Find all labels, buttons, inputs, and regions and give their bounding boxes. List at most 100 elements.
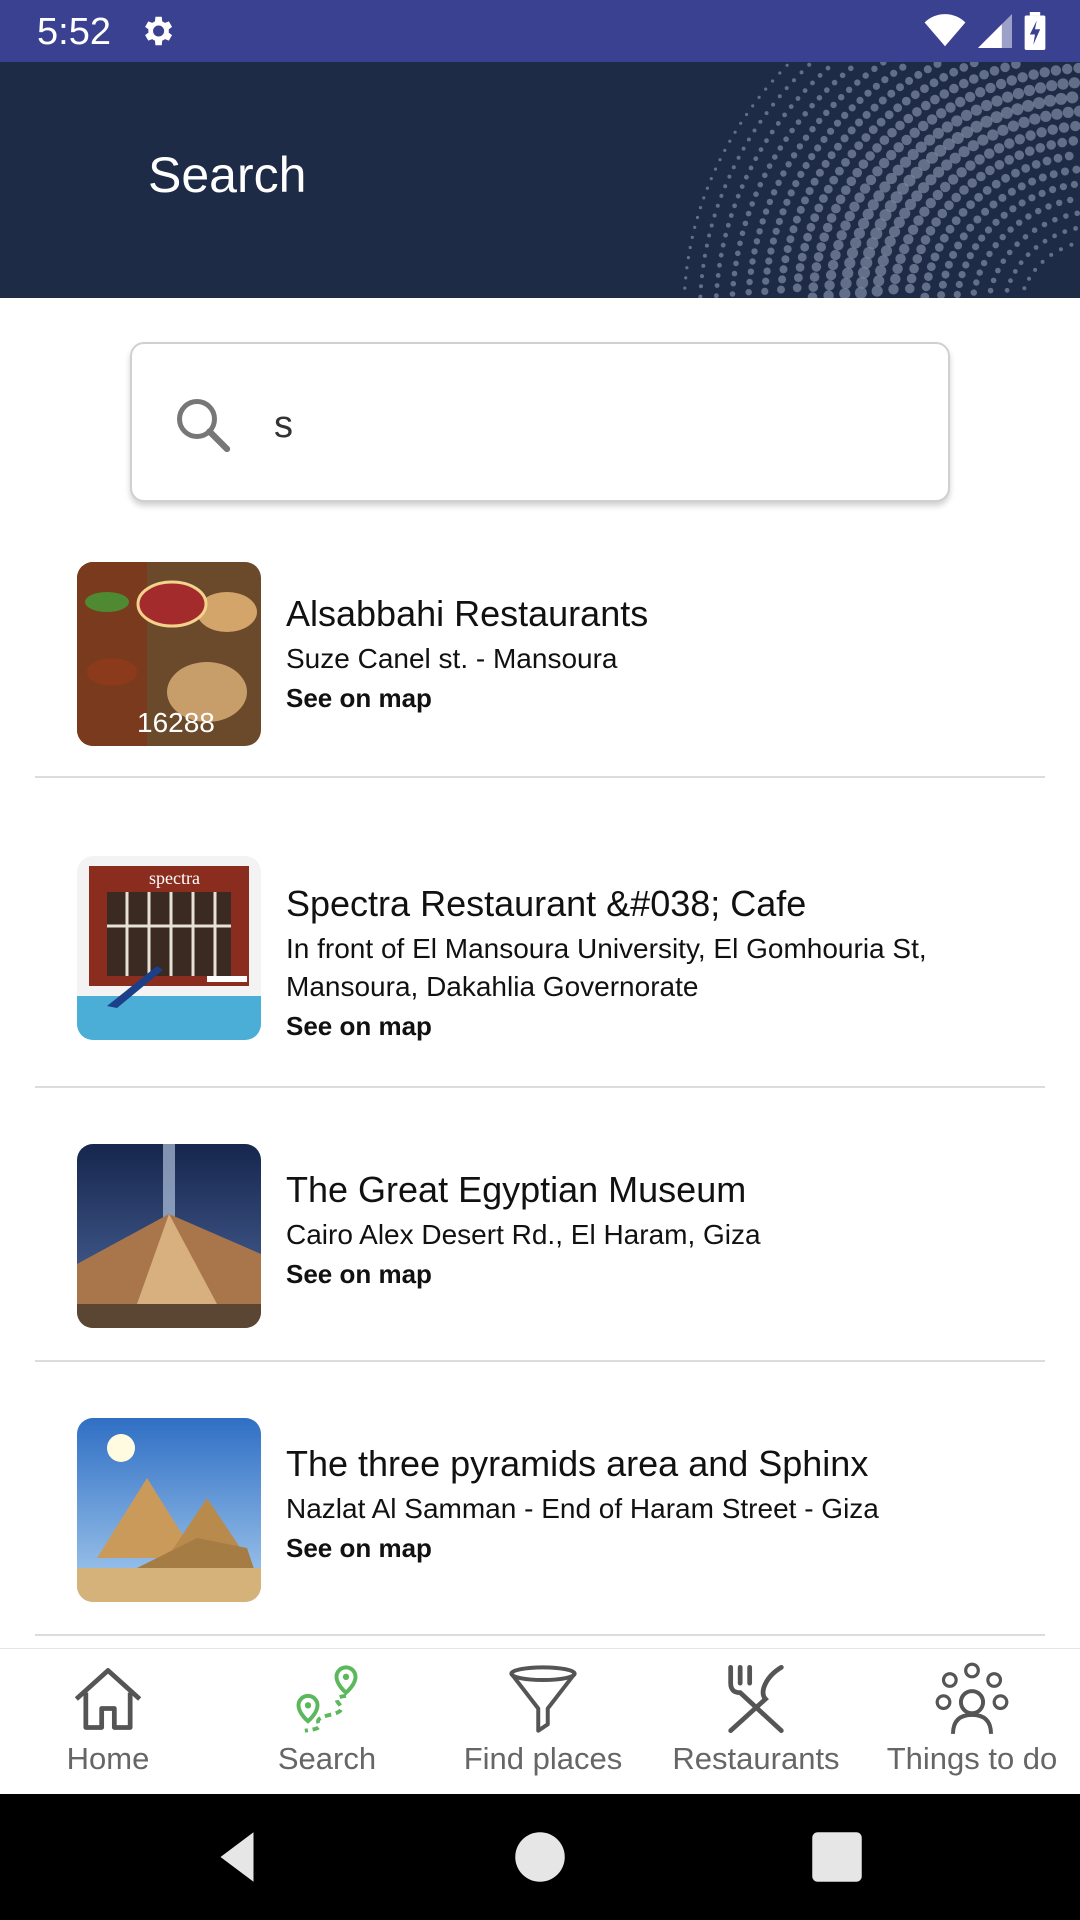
header-dot	[839, 288, 851, 298]
list-item[interactable]: spectra Spectra Restaurant &#038; Cafe I…	[35, 776, 1045, 1088]
header-dot	[782, 112, 787, 118]
page-header: Search	[0, 62, 1080, 298]
list-item[interactable]: The three pyramids area and Sphinx Nazla…	[35, 1360, 1045, 1636]
nav-find-places[interactable]: Find places	[435, 1649, 651, 1795]
nav-home[interactable]: Home	[0, 1649, 216, 1795]
header-dot	[827, 151, 836, 160]
header-dot	[893, 103, 903, 113]
header-dot	[892, 263, 903, 274]
header-dot	[709, 177, 713, 181]
header-dot	[875, 265, 887, 277]
header-dot	[1025, 130, 1036, 141]
header-dot	[858, 159, 869, 169]
header-dot	[779, 265, 788, 274]
header-dot	[962, 261, 970, 269]
header-dot	[864, 89, 872, 97]
header-dot	[890, 69, 898, 77]
header-dot	[745, 289, 752, 296]
header-dot	[1074, 210, 1080, 217]
header-dot	[823, 109, 830, 116]
header-dot	[932, 189, 943, 201]
header-dot	[805, 187, 814, 195]
header-dot	[792, 78, 796, 83]
header-dot	[974, 192, 983, 202]
header-dot	[822, 222, 833, 233]
header-dot	[989, 66, 1000, 76]
header-dot	[723, 184, 728, 189]
header-dot	[872, 166, 883, 177]
header-dot	[959, 185, 969, 195]
header-dot	[1047, 124, 1058, 135]
see-on-map-link[interactable]: See on map	[286, 680, 648, 716]
header-dot	[899, 243, 910, 255]
header-dot	[807, 292, 818, 298]
header-dot	[959, 63, 969, 72]
thumb-caption: spectra	[149, 868, 200, 888]
header-dot	[846, 176, 857, 187]
header-dot	[973, 279, 980, 286]
header-dot	[1066, 91, 1079, 104]
header-dot	[810, 177, 819, 186]
search-input[interactable]	[272, 384, 916, 466]
home-circle-icon[interactable]	[507, 1824, 573, 1890]
header-dot	[709, 223, 714, 228]
header-dot	[1050, 65, 1062, 76]
header-dot	[1028, 194, 1036, 202]
header-dot	[925, 226, 936, 236]
nav-restaurants[interactable]: Restaurants	[648, 1649, 864, 1795]
header-dot	[1046, 80, 1058, 92]
status-time: 5:52	[37, 11, 111, 53]
header-dot	[819, 232, 829, 242]
header-dot	[1006, 249, 1013, 256]
header-dot	[775, 179, 782, 186]
header-dot	[949, 152, 961, 164]
nav-search[interactable]: Search	[219, 1649, 435, 1795]
header-dot	[939, 233, 949, 243]
list-item[interactable]: 16288 Alsabbahi Restaurants Suze Canel s…	[35, 540, 1045, 778]
see-on-map-link[interactable]: See on map	[286, 1008, 927, 1044]
header-dot	[819, 194, 828, 203]
header-dot	[758, 147, 764, 152]
result-name: Alsabbahi Restaurants	[286, 593, 649, 634]
header-dot	[948, 174, 959, 185]
result-name: The Great Egyptian Museum	[286, 1169, 747, 1210]
header-dot	[901, 96, 911, 106]
header-dot	[853, 227, 865, 239]
header-dot	[713, 167, 718, 171]
header-dot	[854, 192, 865, 203]
header-dot	[1033, 245, 1039, 250]
header-dot	[966, 223, 975, 232]
header-dot	[940, 181, 951, 193]
header-dot	[1007, 187, 1016, 196]
header-dot	[1011, 103, 1024, 116]
header-dot	[1057, 137, 1067, 148]
header-dot	[858, 266, 870, 279]
header-dot	[951, 115, 963, 127]
header-dot	[1016, 219, 1023, 226]
header-dot	[913, 215, 924, 226]
header-dot	[746, 137, 751, 142]
search-box[interactable]	[130, 342, 950, 502]
header-dot	[1062, 63, 1073, 75]
header-dot	[1011, 62, 1021, 69]
search-icon	[177, 399, 231, 453]
header-dot	[905, 283, 915, 294]
header-dot	[879, 135, 890, 145]
header-dot	[749, 201, 755, 207]
header-dot	[1027, 276, 1031, 281]
header-dot	[870, 103, 879, 112]
header-dot	[766, 163, 773, 169]
header-dot	[910, 90, 920, 100]
header-dot	[836, 230, 847, 241]
header-dot	[1038, 173, 1047, 182]
see-on-map-link[interactable]: See on map	[286, 1530, 879, 1566]
header-dot	[814, 203, 824, 213]
recents-square-icon[interactable]	[804, 1824, 870, 1890]
header-dot	[718, 252, 724, 258]
back-icon[interactable]	[204, 1824, 270, 1890]
list-item[interactable]: The Great Egyptian Museum Cairo Alex Des…	[35, 1086, 1045, 1362]
see-on-map-link[interactable]: See on map	[286, 1256, 761, 1292]
header-dot	[1014, 150, 1025, 160]
nav-things-to-do[interactable]: Things to do	[864, 1649, 1080, 1795]
header-dot	[997, 124, 1009, 136]
